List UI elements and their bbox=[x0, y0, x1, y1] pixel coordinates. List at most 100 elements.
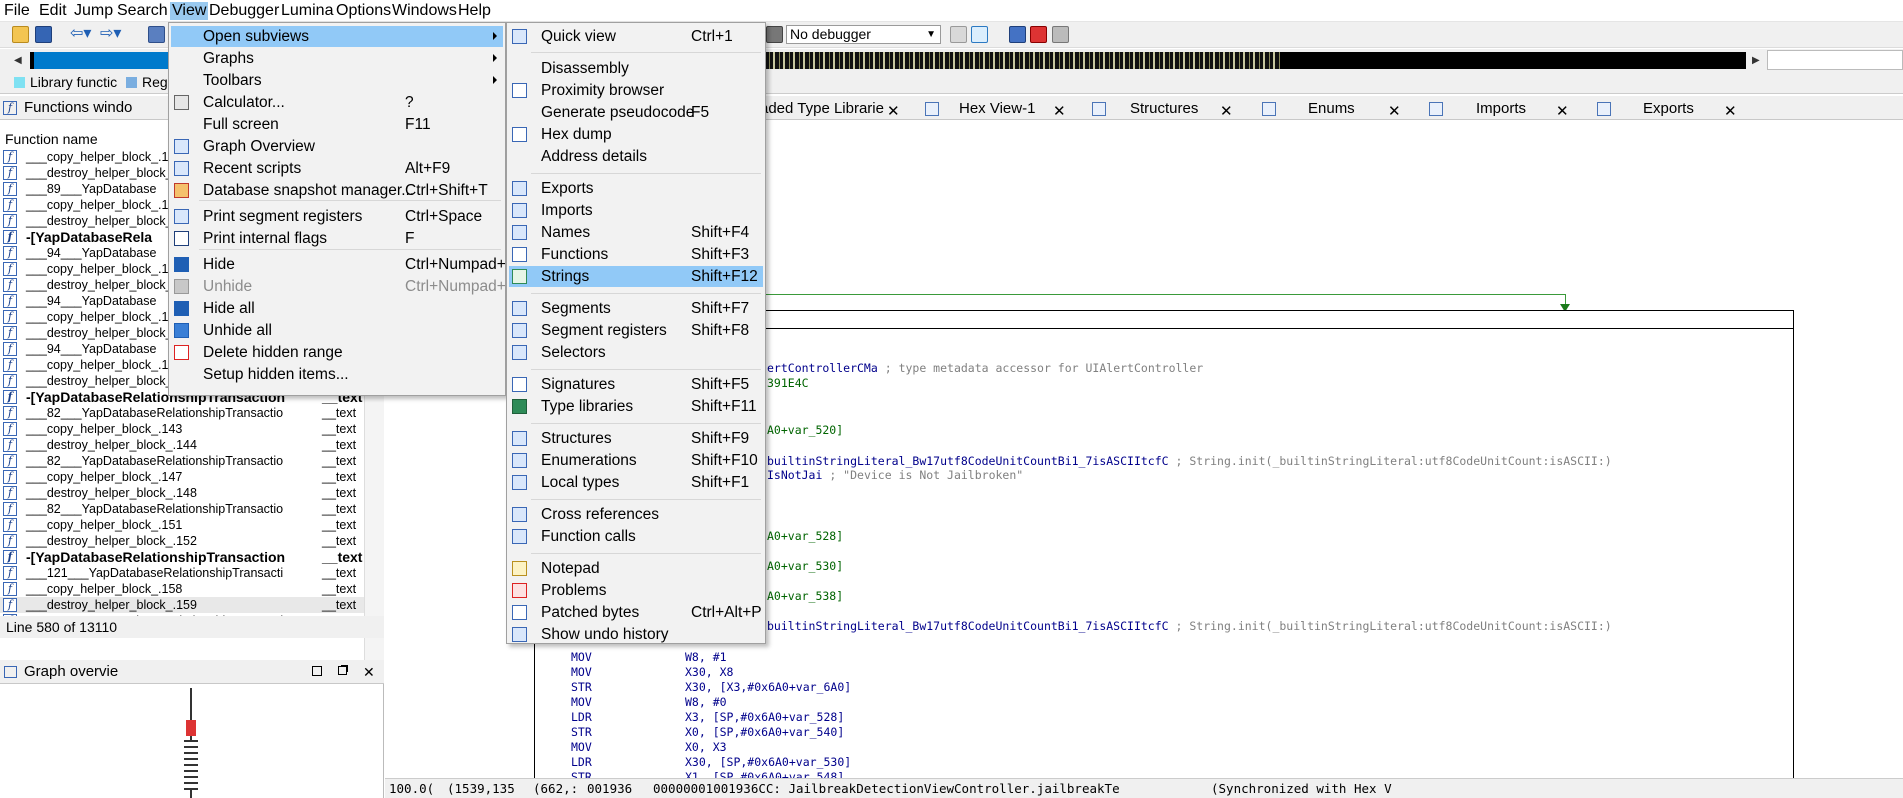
instruction-line[interactable]: MOV W8, #0 bbox=[571, 695, 727, 710]
function-row[interactable]: f ___82___YapDatabaseRelationshipTransact… bbox=[0, 453, 364, 469]
view-menu-hide[interactable]: Hide Ctrl+Numpad+ bbox=[171, 254, 506, 275]
menu-search[interactable]: Search bbox=[117, 2, 168, 20]
menu-options[interactable]: Options bbox=[336, 2, 391, 20]
graph-overview-title-bar[interactable]: Graph overvie ✕ bbox=[0, 660, 384, 684]
tab-close-icon[interactable]: ✕ bbox=[1724, 101, 1737, 122]
subview-exports[interactable]: Exports bbox=[509, 178, 763, 199]
tab-imports[interactable]: Imports bbox=[1429, 98, 1569, 119]
code-line[interactable]: A0+var_528] bbox=[767, 529, 843, 544]
view-menu-database-snapshot-manager[interactable]: Database snapshot manager... Ctrl+Shift+T bbox=[171, 180, 503, 201]
instruction-line[interactable]: STR X0, [SP,#0x6A0+var_540] bbox=[571, 725, 844, 740]
function-row[interactable]: f ___destroy_helper_block_.152 __text bbox=[0, 533, 364, 549]
subview-type-libraries[interactable]: Type libraries Shift+F11 bbox=[509, 396, 763, 417]
delete-breakpoint-icon[interactable] bbox=[1052, 26, 1069, 43]
subview-quick-view[interactable]: Quick view Ctrl+1 bbox=[509, 26, 763, 47]
restore-icon[interactable] bbox=[338, 666, 347, 675]
subview-problems[interactable]: Problems bbox=[509, 580, 763, 601]
subview-imports[interactable]: Imports bbox=[509, 200, 763, 221]
tab-enums[interactable]: Enums bbox=[1262, 98, 1402, 119]
menu-lumina[interactable]: Lumina bbox=[281, 2, 333, 20]
function-row[interactable]: f ___copy_helper_block_.158 __text bbox=[0, 581, 364, 597]
debugger-select[interactable]: No debugger ▼ bbox=[786, 25, 941, 44]
subview-address-details[interactable]: Address details bbox=[509, 146, 763, 167]
instruction-line[interactable]: LDR X3, [SP,#0x6A0+var_528] bbox=[571, 710, 844, 725]
close-icon[interactable]: ✕ bbox=[363, 660, 375, 684]
code-line[interactable]: builtinStringLiteral_Bw17utf8CodeUnitCou… bbox=[767, 619, 1612, 634]
analysis-icon[interactable] bbox=[148, 26, 165, 43]
nav-band-code[interactable] bbox=[30, 52, 170, 69]
subview-disassembly[interactable]: Disassembly bbox=[509, 58, 763, 79]
code-line[interactable]: A0+var_530] bbox=[767, 559, 843, 574]
function-row[interactable]: f ___destroy_helper_block_.159 __text bbox=[0, 597, 364, 613]
tab-exports[interactable]: Exports bbox=[1597, 98, 1737, 119]
function-row[interactable]: f ___121___YapDatabaseRelationshipTransac… bbox=[0, 565, 364, 581]
view-menu-hide-all[interactable]: Hide all bbox=[171, 298, 503, 319]
subview-signatures[interactable]: Signatures Shift+F5 bbox=[509, 374, 763, 395]
instruction-line[interactable]: STR X30, [X3,#0x6A0+var_6A0] bbox=[571, 680, 851, 695]
view-menu-delete-hidden-range[interactable]: Delete hidden range bbox=[171, 342, 503, 363]
menu-jump[interactable]: Jump bbox=[74, 2, 113, 20]
function-row[interactable]: f ___copy_helper_block_.147 __text bbox=[0, 469, 364, 485]
subview-segment-registers[interactable]: Segment registers Shift+F8 bbox=[509, 320, 763, 341]
instruction-line[interactable]: LDR X30, [SP,#0x6A0+var_530] bbox=[571, 755, 851, 770]
subview-hex-dump[interactable]: Hex dump bbox=[509, 124, 763, 145]
instruction-line[interactable]: MOV W8, #1 bbox=[571, 650, 727, 665]
forward-icon[interactable]: ⇨▾ bbox=[100, 26, 122, 43]
subview-strings[interactable]: Strings Shift+F12 bbox=[509, 266, 763, 287]
instruction-line[interactable]: MOV X0, X3 bbox=[571, 740, 727, 755]
function-row[interactable]: f ___82___YapDatabaseRelationshipTransact… bbox=[0, 501, 364, 517]
view-menu-calculator[interactable]: Calculator...? bbox=[171, 92, 503, 113]
view-menu-graph-overview[interactable]: Graph Overview bbox=[171, 136, 503, 157]
open-icon[interactable] bbox=[12, 26, 29, 43]
nav-left-arrow-icon[interactable]: ◀ bbox=[14, 55, 22, 66]
tab-close-icon[interactable]: ✕ bbox=[1220, 101, 1233, 122]
view-menu-unhide-all[interactable]: Unhide all bbox=[171, 320, 503, 341]
subview-functions[interactable]: Functions Shift+F3 bbox=[509, 244, 763, 265]
view-menu-recent-scripts[interactable]: Recent scripts Alt+F9 bbox=[171, 158, 503, 179]
code-line[interactable]: A0+var_538] bbox=[767, 589, 843, 604]
view-menu-print-segment-registers[interactable]: Print segment registers Ctrl+Space bbox=[171, 206, 503, 227]
subview-cross-references[interactable]: Cross references bbox=[509, 504, 763, 525]
tab-close-icon[interactable]: ✕ bbox=[887, 101, 900, 122]
menu-debugger[interactable]: Debugger bbox=[209, 2, 279, 20]
function-row[interactable]: f -[YapDatabaseRelationshipTransaction __t… bbox=[0, 549, 364, 565]
breakpoint-list-icon[interactable] bbox=[1009, 26, 1026, 43]
view-menu-toolbars[interactable]: Toolbars bbox=[171, 70, 503, 91]
subview-notepad[interactable]: Notepad bbox=[509, 558, 763, 579]
tab-hex-view[interactable]: Hex View-1 bbox=[925, 98, 1065, 119]
nav-band-unexplored[interactable] bbox=[1280, 52, 1746, 69]
code-line[interactable]: ertControllerCMa ; type metadata accesso… bbox=[767, 361, 1203, 376]
tab-close-icon[interactable]: ✕ bbox=[1556, 101, 1569, 122]
attach-icon[interactable] bbox=[950, 26, 967, 43]
view-menu-print-internal-flags[interactable]: Print internal flags F bbox=[171, 228, 503, 249]
subview-segments[interactable]: Segments Shift+F7 bbox=[509, 298, 763, 319]
nav-right-arrow-icon[interactable]: ▶ bbox=[1752, 55, 1760, 66]
subview-patched-bytes[interactable]: Patched bytes Ctrl+Alt+P bbox=[509, 602, 763, 623]
function-row[interactable]: f ___destroy_helper_block_.148 __text bbox=[0, 485, 364, 501]
menu-edit[interactable]: Edit bbox=[39, 2, 67, 20]
subview-enumerations[interactable]: Enumerations Shift+F10 bbox=[509, 450, 763, 471]
subview-function-calls[interactable]: Function calls bbox=[509, 526, 763, 547]
view-menu-setup-hidden-items[interactable]: Setup hidden items... bbox=[171, 364, 503, 385]
view-menu-open-subviews[interactable]: Open subviews bbox=[171, 26, 503, 47]
subview-show-undo-history[interactable]: Show undo history bbox=[509, 624, 763, 645]
tab-structures[interactable]: Structures bbox=[1092, 98, 1232, 119]
code-line[interactable]: A0+var_520] bbox=[767, 423, 843, 438]
nav-input[interactable] bbox=[1767, 50, 1903, 70]
tab-loaded-type-libraries[interactable]: aded Type Librarie bbox=[760, 98, 884, 119]
menu-view[interactable]: View bbox=[170, 2, 209, 20]
instruction-line[interactable]: MOV X30, X8 bbox=[571, 665, 733, 680]
tab-close-icon[interactable]: ✕ bbox=[1053, 101, 1066, 122]
function-row[interactable]: f ___destroy_helper_block_.144 __text bbox=[0, 437, 364, 453]
subview-structures[interactable]: Structures Shift+F9 bbox=[509, 428, 763, 449]
debug-stop-icon[interactable] bbox=[766, 26, 783, 43]
subview-selectors[interactable]: Selectors bbox=[509, 342, 763, 363]
refresh-icon[interactable] bbox=[971, 26, 988, 43]
view-menu-full-screen[interactable]: Full screen F11 bbox=[171, 114, 503, 135]
maximize-icon[interactable] bbox=[312, 666, 322, 676]
save-icon[interactable] bbox=[35, 26, 52, 43]
view-menu-unhide[interactable]: Unhide Ctrl+Numpad+ bbox=[171, 276, 506, 297]
back-icon[interactable]: ⇦▾ bbox=[70, 26, 92, 43]
subview-names[interactable]: Names Shift+F4 bbox=[509, 222, 763, 243]
menu-windows[interactable]: Windows bbox=[392, 2, 457, 20]
